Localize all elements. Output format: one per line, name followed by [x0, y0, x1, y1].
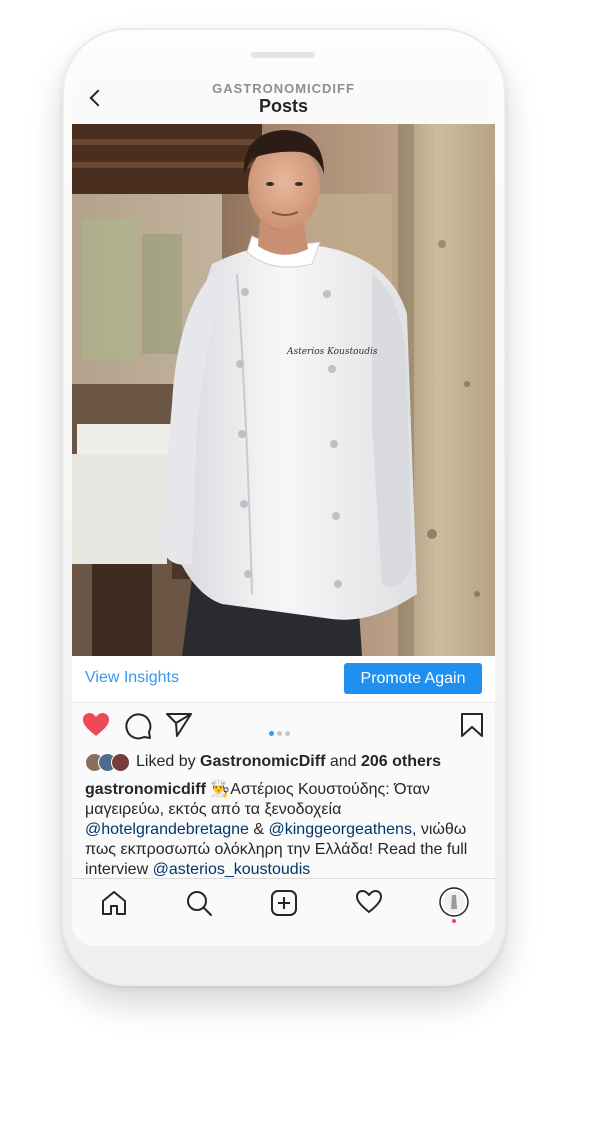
carousel-dots	[269, 723, 293, 741]
avatar	[111, 753, 130, 772]
comment-icon[interactable]	[124, 712, 152, 740]
liker-avatars	[85, 752, 135, 772]
activity-heart-icon[interactable]	[355, 889, 383, 915]
post-actions	[72, 702, 495, 746]
paper-plane-icon[interactable]	[165, 712, 193, 738]
page-title: Posts	[258, 96, 309, 116]
jacket-embroidery: Asterios Koustoudis	[286, 347, 378, 357]
chef-photo: Asterios Koustoudis	[72, 124, 495, 656]
mention-asterios-koustoudis[interactable]: @asterios_koustoudis	[153, 861, 311, 878]
app-screen: GASTRONOMICDIFF Posts Asterios Koustoudi…	[72, 74, 495, 946]
likes-text: Liked by GastronomicDiff and 206 others	[136, 753, 441, 771]
heart-filled-icon[interactable]	[82, 712, 110, 738]
phone-side-button	[504, 290, 508, 348]
liked-by-prefix: Liked by	[136, 753, 196, 770]
new-post-icon[interactable]	[270, 889, 298, 917]
post-image[interactable]: Asterios Koustoudis	[72, 124, 495, 656]
carousel-dot	[269, 731, 274, 736]
posts-header: GASTRONOMICDIFF Posts	[72, 74, 495, 124]
profile-avatar[interactable]	[439, 887, 469, 917]
mention-hotel-grande-bretagne[interactable]: @hotelgrandebretagne	[85, 821, 249, 838]
bookmark-icon[interactable]	[460, 712, 484, 738]
search-icon[interactable]	[185, 889, 213, 917]
bottom-nav	[72, 878, 495, 946]
post-caption: gastronomicdiff 👨‍🍳Αστέριος Κουστούδης: …	[85, 780, 485, 880]
account-username: GASTRONOMICDIFF	[212, 81, 355, 96]
phone-speaker	[251, 52, 315, 58]
insights-bar: View Insights Promote Again	[72, 656, 495, 703]
carousel-dot	[277, 731, 282, 736]
caption-username[interactable]: gastronomicdiff	[85, 781, 206, 798]
liked-by-user[interactable]: GastronomicDiff	[200, 753, 325, 770]
caption-ampersand: &	[253, 821, 265, 838]
view-insights-link[interactable]: View Insights	[85, 669, 179, 687]
mention-king-george-athens[interactable]: @kinggeorgeathens	[269, 821, 412, 838]
carousel-dot	[285, 731, 290, 736]
liked-by-others[interactable]: 206 others	[361, 753, 441, 770]
home-icon[interactable]	[100, 889, 128, 917]
chef-emoji-icon: 👨‍🍳	[210, 781, 231, 798]
profile-notification-dot	[452, 919, 456, 923]
liked-by-and: and	[329, 753, 357, 770]
promote-again-button[interactable]: Promote Again	[344, 663, 482, 694]
phone-volume-button	[504, 360, 508, 450]
likes-line[interactable]: Liked by GastronomicDiff and 206 others	[85, 752, 485, 774]
